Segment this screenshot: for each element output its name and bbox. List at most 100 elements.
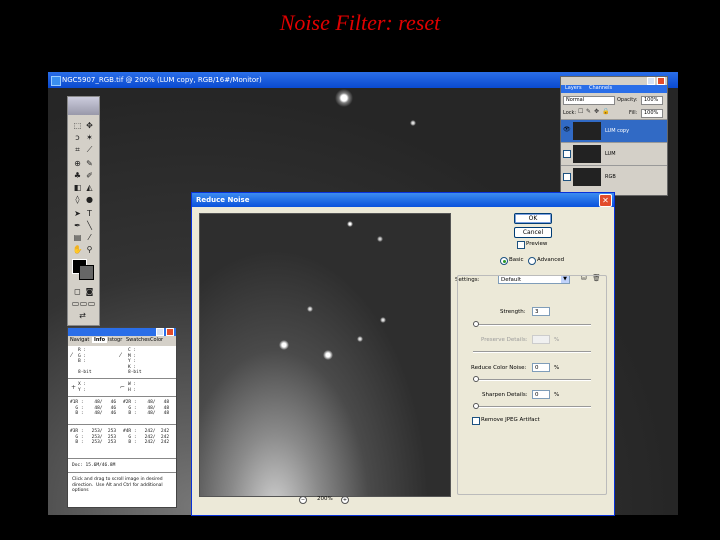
- basic-label: Basic: [509, 257, 524, 263]
- hand-tool-icon[interactable]: ✋: [72, 245, 83, 255]
- lock-position-icon[interactable]: ✥: [594, 108, 599, 115]
- layers-minimize-icon[interactable]: [647, 77, 655, 85]
- zoom-tool-icon[interactable]: ⚲: [84, 245, 95, 255]
- reduce-color-noise-slider-handle[interactable]: [473, 376, 479, 382]
- basic-radio[interactable]: [500, 257, 508, 265]
- type-tool-icon[interactable]: T: [84, 209, 95, 219]
- info-minimize-icon[interactable]: [156, 328, 164, 336]
- move-tool-icon[interactable]: ✥: [84, 121, 95, 131]
- strength-input[interactable]: 3: [532, 307, 550, 316]
- slide-title: Noise Filter: reset: [279, 10, 441, 35]
- sharpen-details-slider[interactable]: [473, 403, 591, 409]
- dodge-tool-icon[interactable]: ●: [84, 195, 95, 205]
- eye-icon[interactable]: 👁: [563, 126, 571, 133]
- sharpen-details-input[interactable]: 0: [532, 390, 550, 399]
- layer-row-lum-copy[interactable]: 👁 LUM copy: [561, 119, 667, 142]
- info-divider-4: [68, 458, 176, 459]
- brush-tool-icon[interactable]: ✎: [84, 159, 95, 169]
- strength-slider[interactable]: [473, 321, 591, 327]
- layer-name: LUM copy: [605, 128, 630, 134]
- preview-zoom-level: 200%: [317, 496, 333, 502]
- close-icon[interactable]: ✕: [599, 194, 612, 207]
- lock-label: Lock:: [563, 110, 577, 116]
- layers-panel: Layers Channels Normal Opacity: 100% Loc…: [560, 76, 668, 196]
- tab-navigator[interactable]: Navigat: [70, 337, 89, 343]
- blur-tool-icon[interactable]: ◊: [72, 195, 83, 205]
- info-panel: Navigat Info istogr Swatches Color ⁄ R :…: [67, 327, 177, 508]
- tab-layers[interactable]: Layers: [565, 85, 582, 91]
- remove-jpeg-artifact-label: Remove JPEG Artifact: [481, 417, 540, 423]
- eyedropper-icon: ⁄: [71, 352, 73, 359]
- crop-tool-icon[interactable]: ⌗: [72, 145, 83, 155]
- shape-tool-icon[interactable]: ╲: [84, 221, 95, 231]
- eyedropper-tool-icon[interactable]: ⁄: [84, 233, 95, 243]
- sharpen-details-label: Sharpen Details:: [482, 392, 528, 398]
- toolbox: ⬚ ✥ ↄ ✶ ⌗ ⟋ ⊕ ✎ ♣ ✐ ◧ ◭ ◊ ● ➤ T ✒ ╲ ▤ ⁄ …: [67, 96, 100, 326]
- info-close-icon[interactable]: [166, 328, 174, 336]
- strength-slider-handle[interactable]: [473, 321, 479, 327]
- preview-image[interactable]: [199, 213, 451, 497]
- color-sampler-2: #2R : 48/ 48 G : 48/ 48 B : 48/ 48: [123, 400, 170, 416]
- slice-tool-icon[interactable]: ⟋: [84, 145, 95, 155]
- preserve-details-unit: %: [554, 337, 560, 343]
- remove-jpeg-artifact-checkbox[interactable]: [472, 417, 480, 425]
- screen-mode-full-icon[interactable]: ▭: [86, 299, 97, 309]
- layer-row-lum[interactable]: LUM: [561, 142, 667, 165]
- pen-tool-icon[interactable]: ✒: [72, 221, 83, 231]
- magic-wand-tool-icon[interactable]: ✶: [84, 133, 95, 143]
- quick-mask-mode-icon[interactable]: ◙: [84, 287, 95, 297]
- info-divider-5: [68, 472, 176, 473]
- clone-stamp-tool-icon[interactable]: ♣: [72, 171, 83, 181]
- zoom-out-button[interactable]: −: [299, 496, 307, 504]
- reduce-color-noise-slider[interactable]: [473, 376, 591, 382]
- paint-bucket-tool-icon[interactable]: ◭: [84, 183, 95, 193]
- tab-histogram[interactable]: istogr: [108, 337, 122, 343]
- visibility-toggle[interactable]: [563, 150, 571, 158]
- tool-hint-text: Click and drag to scroll image in desire…: [72, 477, 163, 493]
- notes-tool-icon[interactable]: ▤: [72, 233, 83, 243]
- layer-row-rgb[interactable]: RGB: [561, 165, 667, 188]
- marquee-tool-icon[interactable]: ⬚: [72, 121, 83, 131]
- layers-close-icon[interactable]: [657, 77, 665, 85]
- tab-swatches[interactable]: Swatches: [126, 337, 150, 343]
- preview-checkbox[interactable]: [517, 241, 525, 249]
- selection-size-icon: ⌐: [120, 384, 126, 391]
- fill-field[interactable]: 100%: [641, 109, 663, 118]
- cancel-button[interactable]: Cancel: [514, 227, 552, 238]
- jump-to-imageready-icon[interactable]: ⇄: [77, 311, 88, 321]
- blend-mode-select[interactable]: Normal: [563, 96, 615, 105]
- info-divider-2: [68, 396, 176, 397]
- zoom-in-button[interactable]: +: [341, 496, 349, 504]
- lock-transparency-icon[interactable]: ☐: [578, 108, 583, 115]
- tab-info[interactable]: Info: [92, 337, 108, 343]
- tab-channels[interactable]: Channels: [589, 85, 612, 91]
- quick-mask-icon[interactable]: ◻: [72, 287, 83, 297]
- reduce-color-noise-label: Reduce Color Noise:: [471, 365, 527, 371]
- lock-image-icon[interactable]: ✎: [586, 108, 591, 115]
- tab-color[interactable]: Color: [150, 337, 163, 343]
- background-color-swatch[interactable]: [79, 265, 94, 280]
- preserve-details-input[interactable]: [532, 335, 550, 344]
- preserve-details-slider[interactable]: [473, 351, 591, 353]
- document-title: NGC5907_RGB.tif @ 200% (LUM copy, RGB/16…: [62, 76, 262, 84]
- info-wh-readout: W : H :: [128, 382, 137, 393]
- visibility-toggle[interactable]: [563, 173, 571, 181]
- eraser-tool-icon[interactable]: ◧: [72, 183, 83, 193]
- advanced-radio[interactable]: [528, 257, 536, 265]
- dialog-title-bar[interactable]: Reduce Noise ✕: [192, 193, 614, 207]
- opacity-field[interactable]: 100%: [641, 96, 663, 105]
- lock-all-icon[interactable]: 🔒: [602, 108, 609, 115]
- lasso-tool-icon[interactable]: ↄ: [72, 133, 83, 143]
- preview-label: Preview: [526, 241, 548, 247]
- ok-button[interactable]: OK: [514, 213, 552, 224]
- reduce-color-noise-input[interactable]: 0: [532, 363, 550, 372]
- path-selection-tool-icon[interactable]: ➤: [72, 209, 83, 219]
- opacity-label: Opacity:: [617, 97, 638, 103]
- layer-thumbnail: [573, 145, 601, 163]
- healing-brush-tool-icon[interactable]: ⊕: [72, 159, 83, 169]
- sharpen-details-slider-handle[interactable]: [473, 403, 479, 409]
- history-brush-tool-icon[interactable]: ✐: [84, 171, 95, 181]
- info-panel-title-bar[interactable]: [68, 328, 176, 336]
- info-rgb-readout: R : G : B : 8-bit: [78, 348, 92, 375]
- reduce-noise-dialog: Reduce Noise ✕ − 200% + OK Cancel Previe…: [191, 192, 615, 516]
